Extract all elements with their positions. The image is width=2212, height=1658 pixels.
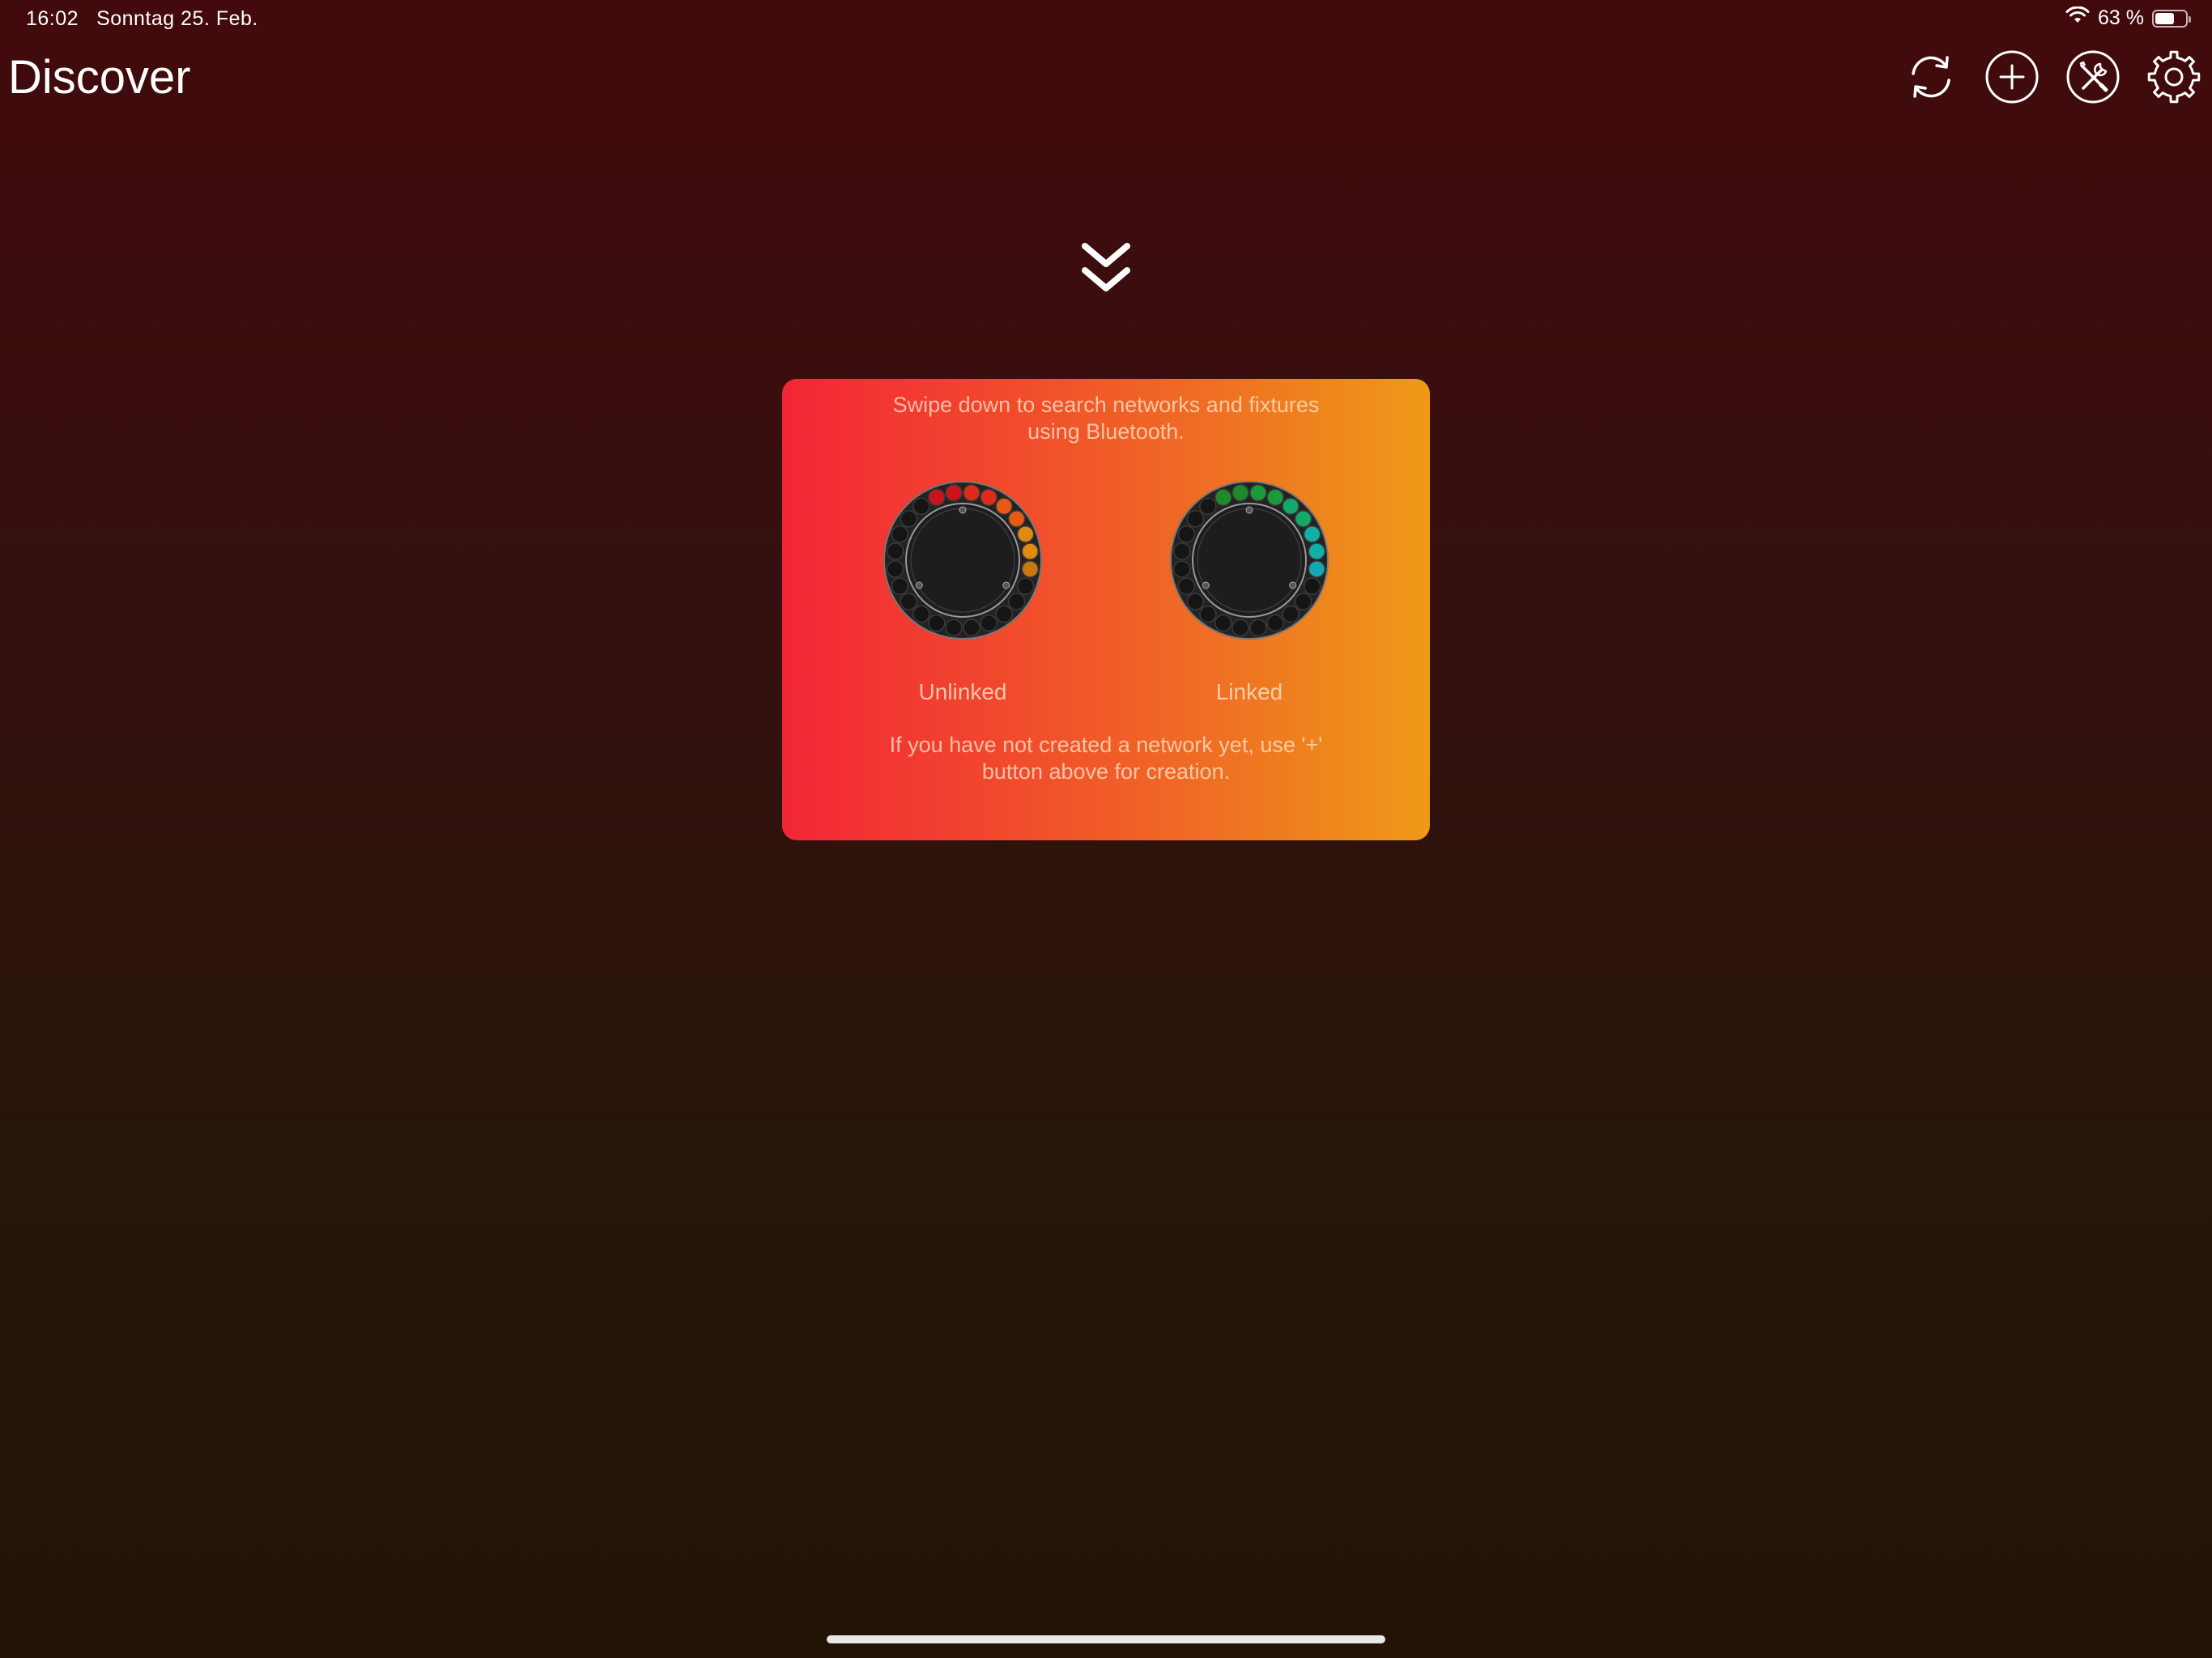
unlinked-fixture: Unlinked — [882, 479, 1044, 705]
gear-icon — [2147, 50, 2201, 104]
page-title: Discover — [8, 51, 191, 104]
toolbar — [1903, 49, 2202, 105]
swipe-instruction: Swipe down to search networks and fixtur… — [782, 392, 1430, 445]
refresh-button[interactable] — [1903, 49, 1959, 105]
status-bar: 16:02 Sonntag 25. Feb. 63 % — [0, 0, 2212, 39]
create-network-hint-line2: button above for creation. — [981, 759, 1231, 784]
unlinked-label: Unlinked — [918, 679, 1007, 704]
double-chevron-down-icon — [1082, 243, 1130, 291]
battery-percentage: 63 % — [2098, 6, 2144, 29]
refresh-icon — [1912, 56, 1950, 98]
swipe-instruction-line2: using Bluetooth. — [1027, 419, 1185, 444]
status-date: Sonntag 25. Feb. — [96, 7, 258, 30]
create-network-hint: If you have not created a network yet, u… — [782, 732, 1430, 785]
settings-button[interactable] — [2146, 49, 2202, 105]
battery-fill — [2155, 12, 2174, 24]
battery-icon — [2152, 9, 2191, 28]
wifi-icon — [2065, 6, 2090, 30]
status-left: 16:02 Sonntag 25. Feb. — [26, 7, 258, 31]
linked-fixture: Linked — [1168, 479, 1330, 705]
home-indicator[interactable] — [827, 1635, 1385, 1643]
fixture-linked-image — [1170, 481, 1329, 640]
status-right: 63 % — [2065, 6, 2191, 30]
status-time: 16:02 — [26, 7, 79, 30]
create-network-hint-line1: If you have not created a network yet, u… — [889, 733, 1323, 757]
tools-icon — [2066, 50, 2120, 104]
discover-info-card[interactable]: Swipe down to search networks and fixtur… — [782, 379, 1430, 840]
fixture-unlinked-image — [883, 481, 1042, 640]
plus-circle-icon — [1985, 50, 2039, 104]
add-network-button[interactable] — [1984, 49, 2040, 105]
tools-button[interactable] — [2065, 49, 2121, 105]
swipe-instruction-line1: Swipe down to search networks and fixtur… — [892, 393, 1320, 417]
linked-label: Linked — [1215, 679, 1283, 704]
